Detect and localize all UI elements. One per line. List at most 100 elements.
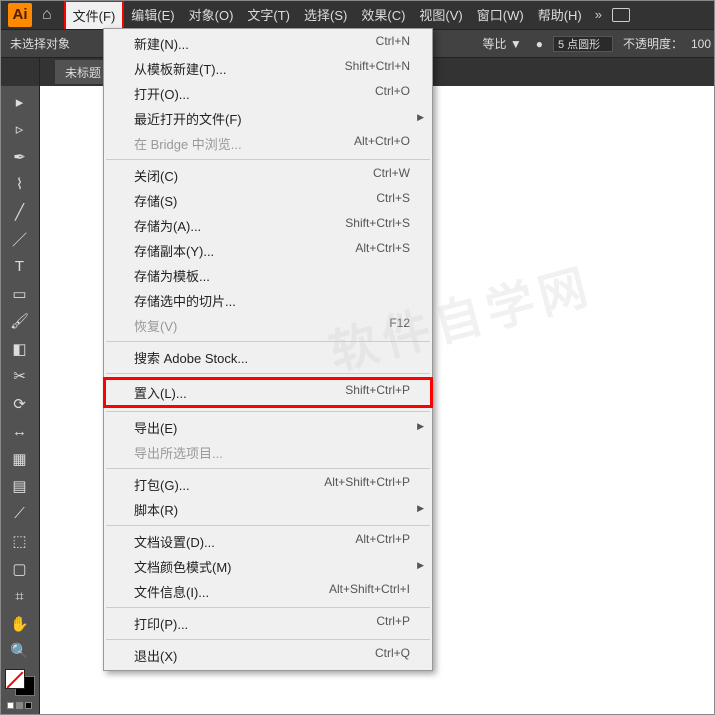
menu-item-shortcut: Alt+Ctrl+O <box>354 134 410 153</box>
file-menu-item[interactable]: 退出(X)Ctrl+Q <box>104 643 432 668</box>
menu-item-5[interactable]: 效果(C) <box>354 0 412 29</box>
brush-tool[interactable]: ／ <box>2 226 38 251</box>
menu-item-4[interactable]: 选择(S) <box>297 0 354 29</box>
app-logo-icon: Ai <box>8 3 32 27</box>
menu-item-label: 打包(G)... <box>134 475 190 494</box>
menu-item-label: 新建(N)... <box>134 34 189 53</box>
menu-item-label: 文档设置(D)... <box>134 532 215 551</box>
menu-item-label: 存储为模板... <box>134 266 210 285</box>
artboard-tool[interactable]: ▢ <box>2 556 38 581</box>
file-menu-item[interactable]: 打印(P)... Ctrl+P <box>104 611 432 636</box>
selection-status: 未选择对象 <box>10 35 70 52</box>
curvature-tool[interactable]: ⌇ <box>2 171 38 196</box>
file-menu-item[interactable]: 脚本(R) <box>104 497 432 522</box>
menu-item-shortcut: Alt+Ctrl+P <box>355 532 410 551</box>
draw-mode-icons[interactable] <box>7 702 32 709</box>
file-menu-item[interactable]: 打包(G)... Alt+Shift+Ctrl+P <box>104 472 432 497</box>
pen-tool[interactable]: ✒ <box>2 144 38 169</box>
workspace-icon[interactable] <box>612 8 630 22</box>
menu-item-label: 搜索 Adobe Stock... <box>134 348 248 367</box>
menu-item-label: 恢复(V) <box>134 316 177 335</box>
file-menu-item[interactable]: 最近打开的文件(F) <box>104 106 432 131</box>
menu-separator <box>106 639 430 640</box>
file-menu-item[interactable]: 置入(L)... Shift+Ctrl+P <box>106 380 430 405</box>
tool-panel: ▸▹ ✒⌇ ╱／ T▭ 🖌◧ ✂⟳ ↔▦ ▤⟋ ⬚▢⌗ ✋🔍 <box>0 86 40 715</box>
menu-item-label: 在 Bridge 中浏览... <box>134 134 242 153</box>
menu-item-shortcut: Shift+Ctrl+P <box>345 383 410 402</box>
menu-item-7[interactable]: 窗口(W) <box>470 0 531 29</box>
tool-gutter <box>0 58 40 86</box>
menu-item-shortcut: Shift+Ctrl+S <box>345 216 410 235</box>
menu-item-label: 文件信息(I)... <box>134 582 209 601</box>
file-menu-item[interactable]: 存储(S)Ctrl+S <box>104 188 432 213</box>
menu-item-label: 关闭(C) <box>134 166 178 185</box>
menu-item-label: 导出(E) <box>134 418 177 437</box>
file-menu-item[interactable]: 文档颜色模式(M) <box>104 554 432 579</box>
width-tool[interactable]: ↔ <box>2 419 38 444</box>
rotate-tool[interactable]: ⟳ <box>2 391 38 416</box>
blend-tool[interactable]: ⬚ <box>2 529 38 554</box>
stroke-style-input[interactable] <box>553 36 613 52</box>
rectangle-tool[interactable]: ▭ <box>2 281 38 306</box>
line-tool[interactable]: ╱ <box>2 199 38 224</box>
menu-separator <box>106 159 430 160</box>
menu-item-shortcut: Alt+Ctrl+S <box>355 241 410 260</box>
color-swatches[interactable] <box>5 669 35 696</box>
menu-item-3[interactable]: 文字(T) <box>240 0 297 29</box>
file-menu-item: 恢复(V)F12 <box>104 313 432 338</box>
opt-stroke-dot: ● <box>536 37 543 51</box>
file-menu-item[interactable]: 存储选中的切片... <box>104 288 432 313</box>
menu-separator <box>106 341 430 342</box>
menu-item-0[interactable]: 文件(F) <box>64 0 125 29</box>
eyedropper-tool[interactable]: ⟋ <box>2 501 38 526</box>
gradient-tool[interactable]: ▤ <box>2 474 38 499</box>
file-menu-item[interactable]: 关闭(C) Ctrl+W <box>104 163 432 188</box>
file-menu-item[interactable]: 导出(E) <box>104 415 432 440</box>
menu-overflow-icon[interactable]: » <box>595 7 602 22</box>
menu-separator <box>106 468 430 469</box>
file-menu-item[interactable]: 存储副本(Y)...Alt+Ctrl+S <box>104 238 432 263</box>
menu-item-label: 置入(L)... <box>134 383 187 402</box>
menu-item-label: 导出所选项目... <box>134 443 223 462</box>
slice-tool[interactable]: ⌗ <box>2 583 38 608</box>
file-menu-item[interactable]: 存储为(A)... Shift+Ctrl+S <box>104 213 432 238</box>
file-menu-item[interactable]: 搜索 Adobe Stock... <box>104 345 432 370</box>
menu-item-shortcut: Ctrl+S <box>376 191 410 210</box>
menu-item-6[interactable]: 视图(V) <box>412 0 469 29</box>
paintbrush-tool[interactable]: 🖌 <box>2 309 38 334</box>
menu-item-label: 存储为(A)... <box>134 216 201 235</box>
menu-item-shortcut: Shift+Ctrl+N <box>345 59 410 78</box>
file-menu-item[interactable]: 存储为模板... <box>104 263 432 288</box>
hand-tool[interactable]: ✋ <box>2 611 38 636</box>
file-menu-item: 导出所选项目... <box>104 440 432 465</box>
file-menu-item[interactable]: 新建(N)...Ctrl+N <box>104 31 432 56</box>
zoom-tool[interactable]: 🔍 <box>2 638 38 663</box>
file-menu-item[interactable]: 文件信息(I)...Alt+Shift+Ctrl+I <box>104 579 432 604</box>
menu-item-shortcut: Ctrl+P <box>376 614 410 633</box>
type-tool[interactable]: T <box>2 254 38 279</box>
menu-item-2[interactable]: 对象(O) <box>182 0 241 29</box>
file-menu-dropdown: 新建(N)...Ctrl+N从模板新建(T)...Shift+Ctrl+N打开(… <box>103 28 433 671</box>
file-menu-item[interactable]: 打开(O)...Ctrl+O <box>104 81 432 106</box>
home-icon[interactable]: ⌂ <box>42 6 52 24</box>
opt-ratio[interactable]: 等比 ▼ <box>482 35 521 52</box>
menu-item-shortcut: Alt+Shift+Ctrl+P <box>324 475 410 494</box>
selection-tool[interactable]: ▸ <box>2 89 38 114</box>
eraser-tool[interactable]: ◧ <box>2 336 38 361</box>
mesh-tool[interactable]: ▦ <box>2 446 38 471</box>
menu-separator <box>106 411 430 412</box>
menu-item-shortcut: Ctrl+W <box>373 166 410 185</box>
menu-item-8[interactable]: 帮助(H) <box>531 0 589 29</box>
direct-select-tool[interactable]: ▹ <box>2 116 38 141</box>
file-menu-item[interactable]: 从模板新建(T)...Shift+Ctrl+N <box>104 56 432 81</box>
menu-item-label: 打开(O)... <box>134 84 190 103</box>
file-menu-item[interactable]: 文档设置(D)... Alt+Ctrl+P <box>104 529 432 554</box>
menu-item-label: 打印(P)... <box>134 614 188 633</box>
menu-item-1[interactable]: 编辑(E) <box>124 0 181 29</box>
menu-separator <box>106 525 430 526</box>
menu-item-shortcut: Ctrl+Q <box>375 646 410 665</box>
scissors-tool[interactable]: ✂ <box>2 364 38 389</box>
menu-item-label: 最近打开的文件(F) <box>134 109 242 128</box>
opacity-value[interactable]: 100 <box>691 37 711 51</box>
menu-item-label: 文档颜色模式(M) <box>134 557 232 576</box>
